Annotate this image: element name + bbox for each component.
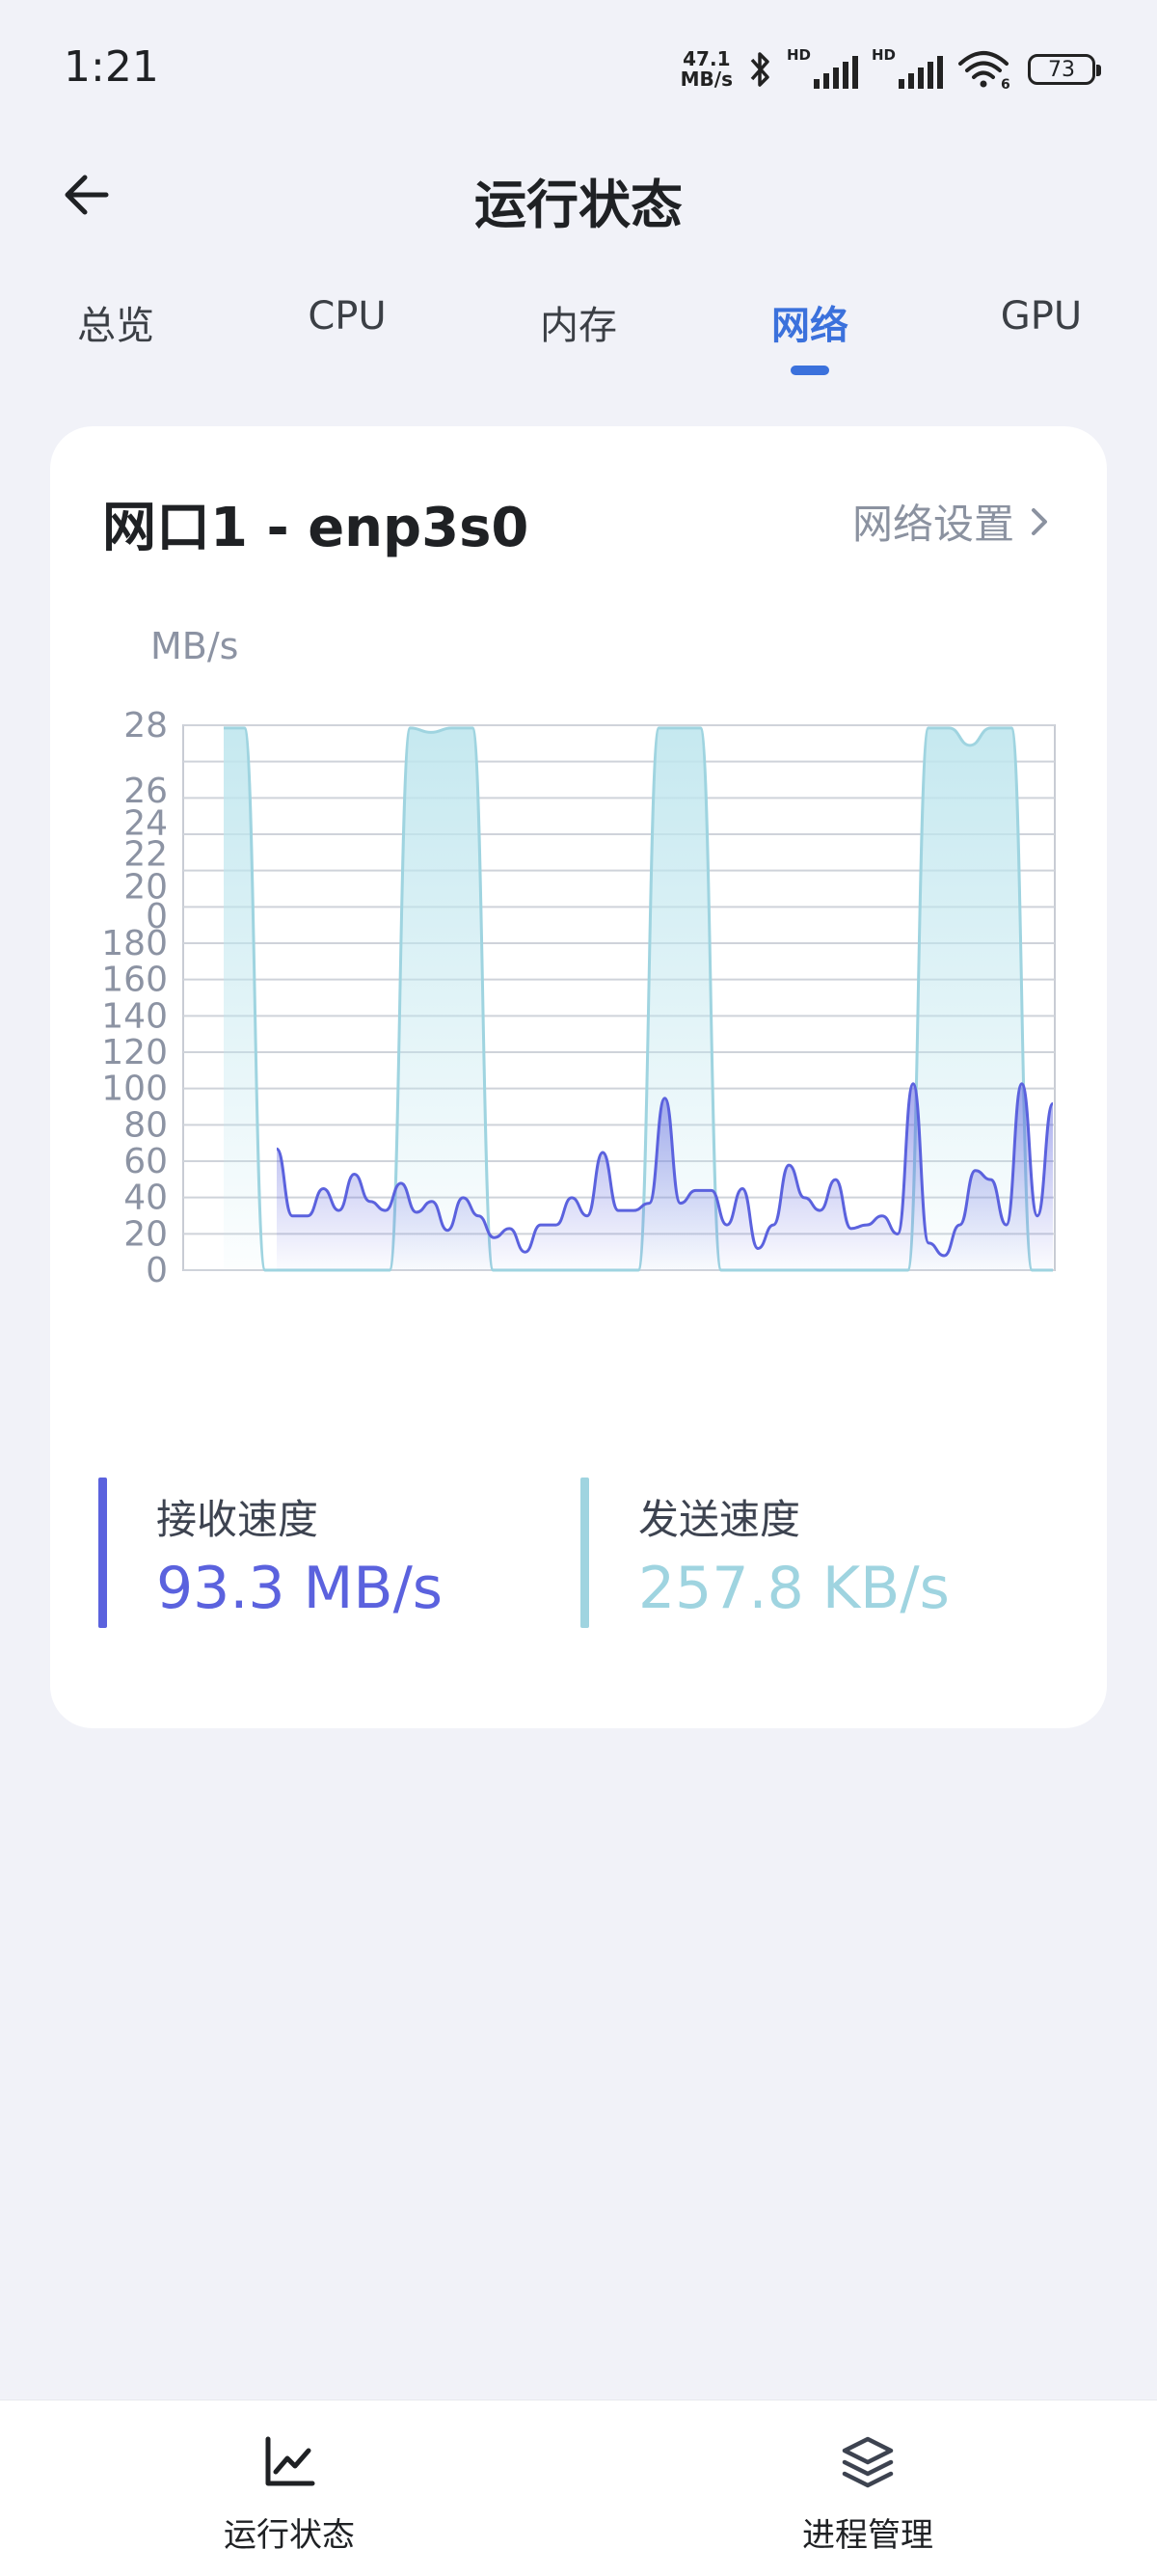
receive-speed-value: 93.3 MB/s	[156, 1555, 444, 1622]
battery-icon: 73	[1028, 54, 1101, 85]
y-tick-label: 100	[101, 1070, 168, 1109]
y-tick-label: 0	[146, 1251, 168, 1290]
y-tick-label: 20	[123, 1214, 168, 1254]
y-tick-label: 60	[123, 1142, 168, 1181]
tab-network[interactable]: 网络	[771, 294, 848, 350]
nav-runtime-status[interactable]: 运行状态	[145, 2400, 434, 2576]
nav-process-management-label: 进程管理	[802, 2516, 933, 2555]
tab-bar: 总览 CPU 内存 网络 GPU	[0, 294, 1157, 381]
send-speed-label: 发送速度	[638, 1496, 801, 1543]
receive-color-bar	[98, 1478, 107, 1628]
network-settings-link[interactable]: 网络设置	[852, 492, 1051, 551]
network-speed-indicator: 47.1 MB/s	[681, 49, 733, 90]
battery-level: 73	[1048, 57, 1075, 82]
network-speed-value: 47.1	[683, 47, 731, 70]
wifi-icon: 6	[958, 51, 1010, 91]
network-speed-unit: MB/s	[680, 68, 733, 91]
network-throughput-chart: 02040608010012014016018002022242628	[101, 706, 1056, 1290]
signal-2-hd-label: HD	[872, 46, 897, 64]
signal-1-hd-label: HD	[787, 46, 812, 64]
bottom-navigation: 运行状态 进程管理	[0, 2400, 1157, 2576]
interface-name: 网口1 - enp3s0	[102, 497, 529, 559]
y-tick-label: 160	[101, 961, 168, 1000]
status-icons: 47.1 MB/s HD HD 6 73	[681, 42, 1101, 96]
status-time: 1:21	[64, 42, 159, 92]
y-tick-label: 140	[101, 996, 168, 1036]
y-tick-label: 40	[123, 1179, 168, 1218]
y-tick-label: 26	[123, 772, 168, 811]
nav-runtime-status-label: 运行状态	[224, 2516, 355, 2555]
chevron-right-icon	[1032, 507, 1047, 535]
wifi-6-label: 6	[1001, 77, 1010, 91]
tab-cpu[interactable]: CPU	[308, 294, 386, 339]
send-color-bar	[580, 1478, 589, 1628]
chart-line-icon	[265, 2436, 315, 2486]
network-interface-card: 网口1 - enp3s0 网络设置 MB/s 0 20 40 60 80 100 120 14…	[50, 426, 1107, 1728]
send-speed-value: 257.8 KB/s	[638, 1555, 950, 1622]
page-title: 运行状态	[474, 175, 683, 235]
send-speed-metric: 发送速度 257.8 KB/s	[580, 1478, 985, 1628]
y-tick-label: 80	[123, 1105, 168, 1145]
y-tick-label: 120	[101, 1033, 168, 1072]
chart-unit-label: MB/s	[150, 625, 239, 667]
tab-overview[interactable]: 总览	[77, 294, 154, 350]
receive-speed-label: 接收速度	[156, 1496, 319, 1543]
bluetooth-icon	[750, 52, 769, 87]
cellular-signal-2-icon: HD	[872, 46, 943, 89]
cellular-signal-1-icon: HD	[787, 46, 858, 89]
status-bar: 1:21 47.1 MB/s HD HD 6 73	[0, 0, 1157, 135]
layers-icon	[842, 2436, 894, 2488]
nav-process-management[interactable]: 进程管理	[723, 2400, 1012, 2576]
active-tab-indicator	[791, 366, 829, 375]
tab-memory[interactable]: 内存	[540, 294, 617, 350]
tab-gpu[interactable]: GPU	[1001, 294, 1082, 339]
receive-speed-metric: 接收速度 93.3 MB/s	[98, 1478, 503, 1628]
y-tick-label: 28	[123, 706, 168, 746]
network-settings-label: 网络设置	[851, 501, 1014, 548]
